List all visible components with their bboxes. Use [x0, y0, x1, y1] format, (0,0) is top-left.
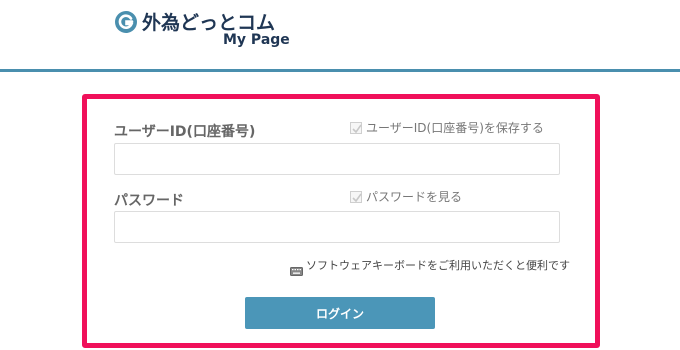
password-input[interactable]	[114, 211, 560, 243]
login-button[interactable]: ログイン	[245, 297, 435, 329]
header-divider	[0, 69, 680, 72]
save-user-id-checkbox[interactable]	[350, 121, 362, 134]
password-label: パスワード	[114, 193, 184, 209]
brand-subtitle: My Page	[223, 32, 290, 48]
show-password-checkbox[interactable]	[350, 190, 362, 203]
show-password-option[interactable]: パスワードを見る	[350, 188, 462, 205]
user-id-label: ユーザーID(口座番号)	[114, 124, 256, 140]
save-user-id-label: ユーザーID(口座番号)を保存する	[366, 121, 544, 135]
soft-keyboard-label: ソフトウェアキーボードをご利用いただくと便利です	[306, 259, 570, 272]
login-panel: ユーザーID(口座番号) ユーザーID(口座番号)を保存する パスワード パスワ…	[82, 94, 600, 348]
soft-keyboard-link[interactable]: ソフトウェアキーボードをご利用いただくと便利です	[290, 257, 570, 276]
brand-name: 外為どっとコム	[142, 12, 276, 34]
page-header: 外為どっとコム My Page	[0, 0, 680, 72]
save-user-id-option[interactable]: ユーザーID(口座番号)を保存する	[350, 119, 544, 136]
user-id-input[interactable]	[114, 143, 560, 175]
keyboard-icon	[290, 261, 303, 276]
gaitame-logo-icon	[114, 10, 138, 34]
show-password-label: パスワードを見る	[366, 190, 463, 204]
